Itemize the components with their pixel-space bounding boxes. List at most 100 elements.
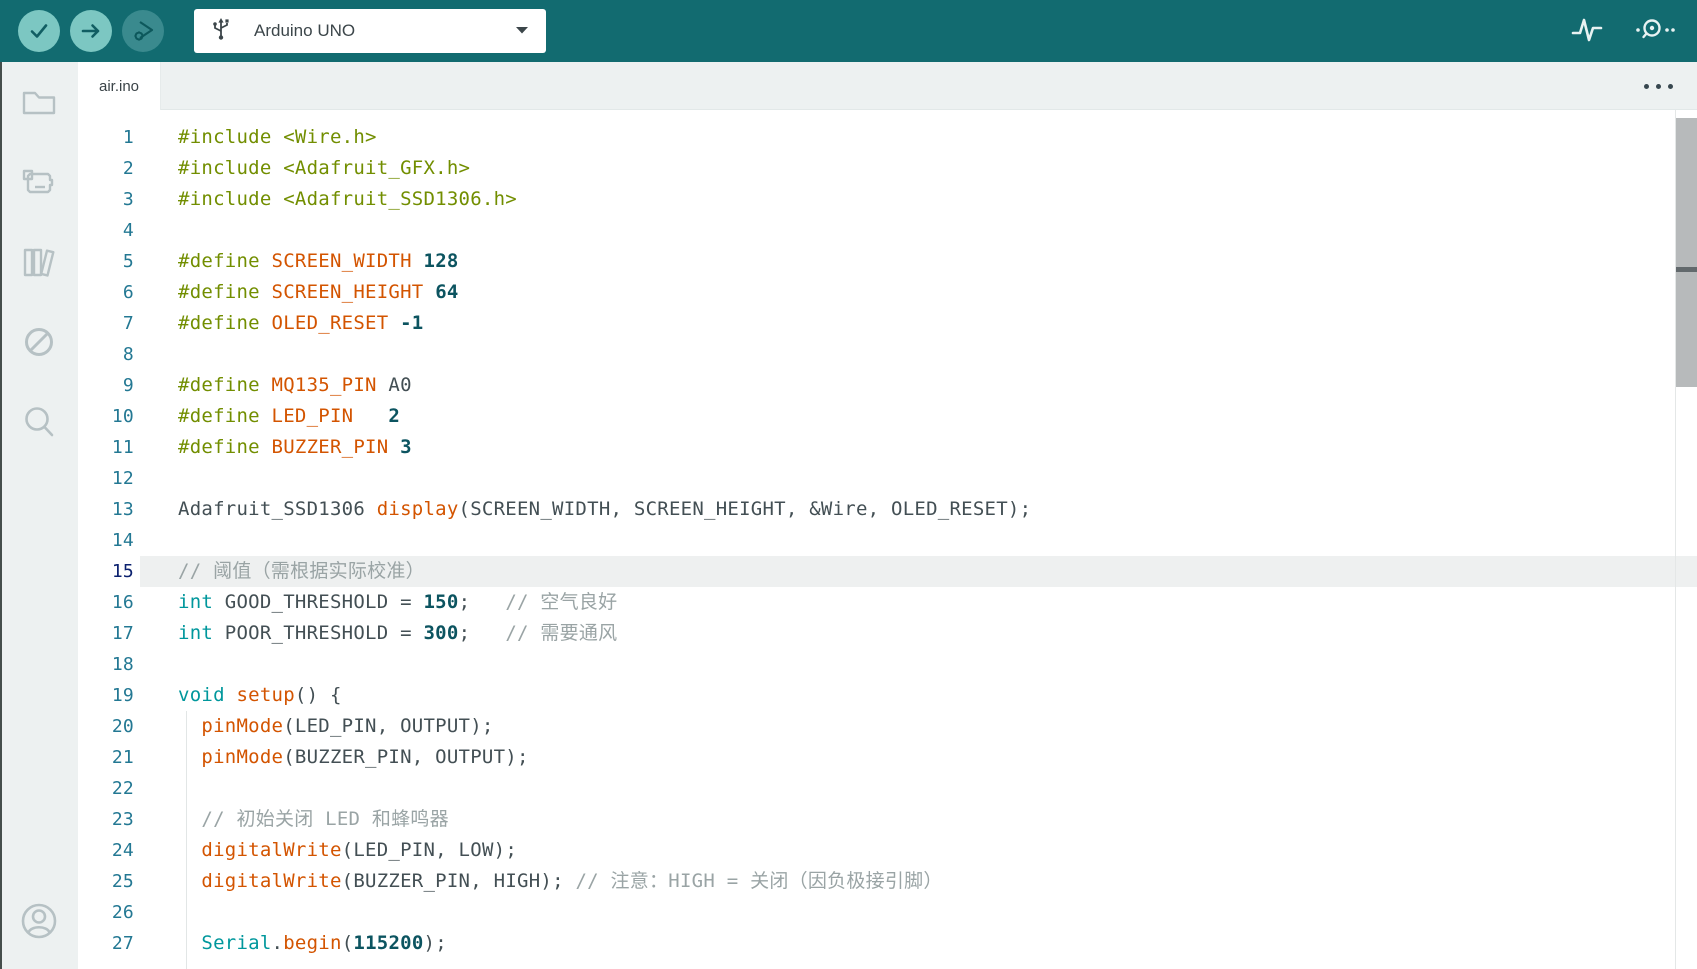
line-number: 13 [78, 494, 140, 525]
code-line[interactable]: 2 #include <Adafruit_GFX.h> [78, 153, 1697, 184]
tab-more-menu-button[interactable] [1640, 62, 1677, 110]
line-number: 8 [78, 339, 140, 370]
line-number: 3 [78, 184, 140, 215]
line-number: 14 [78, 525, 140, 556]
code-line[interactable]: 4 [78, 215, 1697, 246]
debug-button[interactable] [122, 10, 164, 52]
code-line[interactable]: 14 [78, 525, 1697, 556]
code-text: int POOR_THRESHOLD = 300; // 需要通风 [178, 622, 618, 644]
upload-button[interactable] [70, 10, 112, 52]
sidebar-item-sketchbook[interactable] [0, 62, 78, 142]
line-number: 12 [78, 463, 140, 494]
window-edge [0, 62, 2, 969]
scrollbar-thumb[interactable] [1676, 118, 1697, 387]
line-number: 24 [78, 835, 140, 866]
code-line[interactable]: 27 Serial.begin(115200); [78, 928, 1697, 959]
code-text: digitalWrite(BUZZER_PIN, HIGH); // 注意：HI… [201, 870, 943, 892]
waveform-icon [1570, 14, 1604, 49]
line-number: 15 [78, 556, 140, 587]
tab-air-ino[interactable]: air.ino [78, 62, 162, 110]
sidebar-item-search[interactable] [0, 382, 78, 462]
indent-guide [186, 711, 187, 969]
code-line[interactable]: 3 #include <Adafruit_SSD1306.h> [78, 184, 1697, 215]
line-number: 11 [78, 432, 140, 463]
sidebar-item-boards-manager[interactable] [0, 142, 78, 222]
chevron-down-icon [514, 22, 530, 40]
code-text: #define LED_PIN 2 [178, 405, 401, 427]
code-editor[interactable]: 1 #include <Wire.h> 2 #include <Adafruit_GF… [78, 110, 1697, 969]
code-line[interactable]: 1 #include <Wire.h> [78, 122, 1697, 153]
code-text: #include <Adafruit_GFX.h> [178, 157, 471, 179]
code-line[interactable]: 10 #define LED_PIN 2 [78, 401, 1697, 432]
verify-button[interactable] [18, 10, 60, 52]
sidebar-item-library-manager[interactable] [0, 222, 78, 302]
code-line[interactable]: 6 #define SCREEN_HEIGHT 64 [78, 277, 1697, 308]
person-icon [14, 896, 64, 946]
line-number: 9 [78, 370, 140, 401]
code-line[interactable]: 9 #define MQ135_PIN A0 [78, 370, 1697, 401]
code-line[interactable]: 11 #define BUZZER_PIN 3 [78, 432, 1697, 463]
code-line[interactable]: 7 #define OLED_RESET -1 [78, 308, 1697, 339]
code-line[interactable]: 23 // 初始关闭 LED 和蜂鸣器 [78, 804, 1697, 835]
code-text: #define SCREEN_WIDTH 128 [178, 250, 459, 272]
code-text: Serial.begin(115200); [201, 932, 447, 954]
code-line[interactable]: 24 digitalWrite(LED_PIN, LOW); [78, 835, 1697, 866]
code-text: digitalWrite(LED_PIN, LOW); [201, 839, 518, 861]
code-text: Adafruit_SSD1306 display(SCREEN_WIDTH, S… [178, 498, 1032, 520]
debug-play-gear-icon [130, 18, 156, 44]
code-line[interactable]: 8 [78, 339, 1697, 370]
code-text: pinMode(BUZZER_PIN, OUTPUT); [201, 746, 529, 768]
tab-label: air.ino [99, 77, 140, 95]
arduino-ide-window: Arduino UNO air.ino 1 #include <Wire.h> … [0, 0, 1697, 969]
arrow-right-icon [79, 19, 103, 43]
code-line[interactable]: 26 [78, 897, 1697, 928]
line-number: 1 [78, 122, 140, 153]
code-line[interactable]: 22 [78, 773, 1697, 804]
code-text: #include <Wire.h> [178, 126, 377, 148]
editor-scrollbar[interactable] [1675, 110, 1697, 969]
line-number: 17 [78, 618, 140, 649]
code-line[interactable]: 19 void setup() { [78, 680, 1697, 711]
line-number: 19 [78, 680, 140, 711]
line-number: 16 [78, 587, 140, 618]
ellipsis-icon [1644, 83, 1673, 89]
code-line[interactable]: 12 [78, 463, 1697, 494]
code-line[interactable]: 15// 阈值（需根据实际校准） [78, 556, 1697, 587]
line-number: 23 [78, 804, 140, 835]
magnifier-dots-icon [1635, 16, 1675, 47]
checkmark-icon [27, 19, 51, 43]
code-text: // 阈值（需根据实际校准） [140, 556, 1697, 587]
code-line[interactable]: 13 Adafruit_SSD1306 display(SCREEN_WIDTH,… [78, 494, 1697, 525]
line-number: 25 [78, 866, 140, 897]
serial-monitor-button[interactable] [1633, 9, 1677, 53]
line-number: 10 [78, 401, 140, 432]
toolbar: Arduino UNO [0, 0, 1697, 62]
code-text: #define BUZZER_PIN 3 [178, 436, 412, 458]
line-number: 22 [78, 773, 140, 804]
line-number: 27 [78, 928, 140, 959]
line-number: 26 [78, 897, 140, 928]
code-line[interactable]: 18 [78, 649, 1697, 680]
serial-plotter-button[interactable] [1565, 9, 1609, 53]
slashed-circle-icon [17, 320, 61, 364]
search-icon [17, 400, 61, 444]
board-selector-dropdown[interactable]: Arduino UNO [194, 9, 546, 53]
code-line[interactable]: 20 pinMode(LED_PIN, OUTPUT); [78, 711, 1697, 742]
sidebar-item-debugger[interactable] [0, 302, 78, 382]
code-line[interactable]: 5 #define SCREEN_WIDTH 128 [78, 246, 1697, 277]
books-icon [17, 240, 61, 284]
code-text: #include <Adafruit_SSD1306.h> [178, 188, 517, 210]
line-number: 7 [78, 308, 140, 339]
code-line[interactable]: 21 pinMode(BUZZER_PIN, OUTPUT); [78, 742, 1697, 773]
code-line[interactable]: 17 int POOR_THRESHOLD = 300; // 需要通风 [78, 618, 1697, 649]
line-number: 5 [78, 246, 140, 277]
code-line[interactable]: 25 digitalWrite(BUZZER_PIN, HIGH); // 注意… [78, 866, 1697, 897]
sidebar-item-account[interactable] [0, 873, 78, 969]
line-number: 21 [78, 742, 140, 773]
code-line[interactable]: 16 int GOOD_THRESHOLD = 150; // 空气良好 [78, 587, 1697, 618]
